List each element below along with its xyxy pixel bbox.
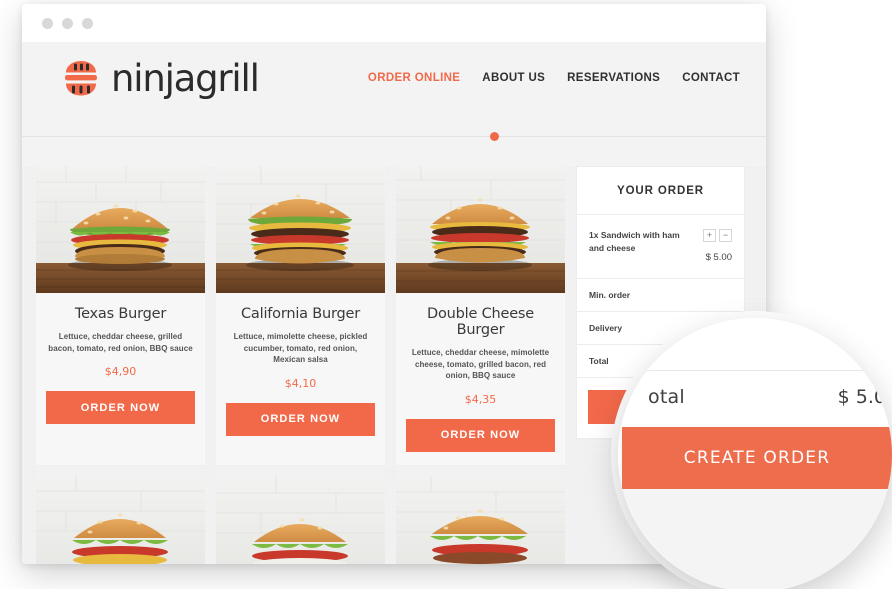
carousel-indicator-bar xyxy=(22,114,766,166)
order-item-name: 1x Sandwich with ham and cheese xyxy=(589,230,680,253)
browser-titlebar xyxy=(22,4,766,42)
menu-item-price: $4,10 xyxy=(284,376,317,390)
nav-item-about-us[interactable]: ABOUT US xyxy=(482,72,545,84)
order-line-item: 1x Sandwich with ham and cheese + − $ 5.… xyxy=(577,215,744,279)
screenshot-stage: ninjagrill ORDER ONLINE ABOUT US RESERVA… xyxy=(0,0,892,589)
magnifier-background-area xyxy=(618,489,892,589)
menu-card-body: Double Cheese Burger Lettuce, cheddar ch… xyxy=(396,293,565,406)
summary-row-min-order: Min. order xyxy=(577,279,744,312)
menu-card[interactable] xyxy=(216,475,385,564)
menu-card-body: Texas Burger Lettuce, cheddar cheese, gr… xyxy=(36,293,205,378)
burger-logo-icon xyxy=(62,58,100,98)
magnifier-lens: otal $ 5.0 CREATE ORDER xyxy=(618,318,892,589)
increase-quantity-button[interactable]: + xyxy=(703,229,716,242)
summary-label: Min. order xyxy=(589,290,631,300)
magnifier-content: otal $ 5.0 CREATE ORDER xyxy=(618,318,892,589)
magnified-total-label: otal xyxy=(648,386,685,408)
menu-card[interactable]: Texas Burger Lettuce, cheddar cheese, gr… xyxy=(36,166,205,465)
menu-card-body: California Burger Lettuce, mimolette che… xyxy=(216,293,385,390)
menu-card[interactable]: California Burger Lettuce, mimolette che… xyxy=(216,166,385,465)
carousel-dot-active[interactable] xyxy=(490,132,499,141)
window-minimize-dot[interactable] xyxy=(62,17,73,29)
nav-item-order-online[interactable]: ORDER ONLINE xyxy=(368,72,460,84)
order-panel-title: YOUR ORDER xyxy=(577,167,744,215)
nav-item-reservations[interactable]: RESERVATIONS xyxy=(567,72,660,84)
carousel-divider xyxy=(22,136,766,137)
magnifier-divider xyxy=(618,370,892,371)
site-logo[interactable]: ninjagrill xyxy=(62,56,260,100)
menu-item-title: Double Cheese Burger xyxy=(426,306,535,338)
burger-photo xyxy=(216,475,385,564)
order-now-button[interactable]: ORDER NOW xyxy=(46,391,195,425)
menu-grid: Texas Burger Lettuce, cheddar cheese, gr… xyxy=(36,166,565,564)
magnified-total-value: $ 5.0 xyxy=(837,386,886,408)
menu-card[interactable] xyxy=(396,475,565,564)
menu-item-price: $4,35 xyxy=(464,392,497,406)
site-logo-text: ninjagrill xyxy=(111,56,260,100)
menu-item-title: Texas Burger xyxy=(74,306,167,322)
burger-photo xyxy=(396,166,565,293)
menu-item-title: California Burger xyxy=(241,306,360,322)
menu-item-description: Lettuce, mimolette cheese, pickled cucum… xyxy=(233,332,368,365)
site-header: ninjagrill ORDER ONLINE ABOUT US RESERVA… xyxy=(22,42,766,114)
order-item-price: $ 5.00 xyxy=(705,252,732,263)
magnified-create-order-button[interactable]: CREATE ORDER xyxy=(622,427,892,489)
menu-card[interactable] xyxy=(36,475,205,564)
decrease-quantity-button[interactable]: − xyxy=(719,229,732,242)
menu-item-description: Lettuce, cheddar cheese, grilled bacon, … xyxy=(48,332,193,353)
quantity-stepper: + − xyxy=(703,229,732,242)
order-item-controls: + − $ 5.00 xyxy=(703,229,732,263)
main-navigation: ORDER ONLINE ABOUT US RESERVATIONS CONTA… xyxy=(368,72,740,84)
menu-item-description: Lettuce, cheddar cheese, mimolette chees… xyxy=(411,348,550,381)
summary-label: Total xyxy=(589,356,609,366)
burger-photo xyxy=(396,475,565,564)
burger-photo xyxy=(36,166,205,293)
nav-item-contact[interactable]: CONTACT xyxy=(682,72,740,84)
order-now-button[interactable]: ORDER NOW xyxy=(406,418,555,452)
burger-photo xyxy=(36,475,205,564)
order-now-button[interactable]: ORDER NOW xyxy=(226,402,375,436)
menu-item-price: $4,90 xyxy=(104,365,137,379)
window-maximize-dot[interactable] xyxy=(82,17,93,29)
menu-card[interactable]: Double Cheese Burger Lettuce, cheddar ch… xyxy=(396,166,565,465)
window-close-dot[interactable] xyxy=(42,17,53,29)
burger-photo xyxy=(216,166,385,293)
